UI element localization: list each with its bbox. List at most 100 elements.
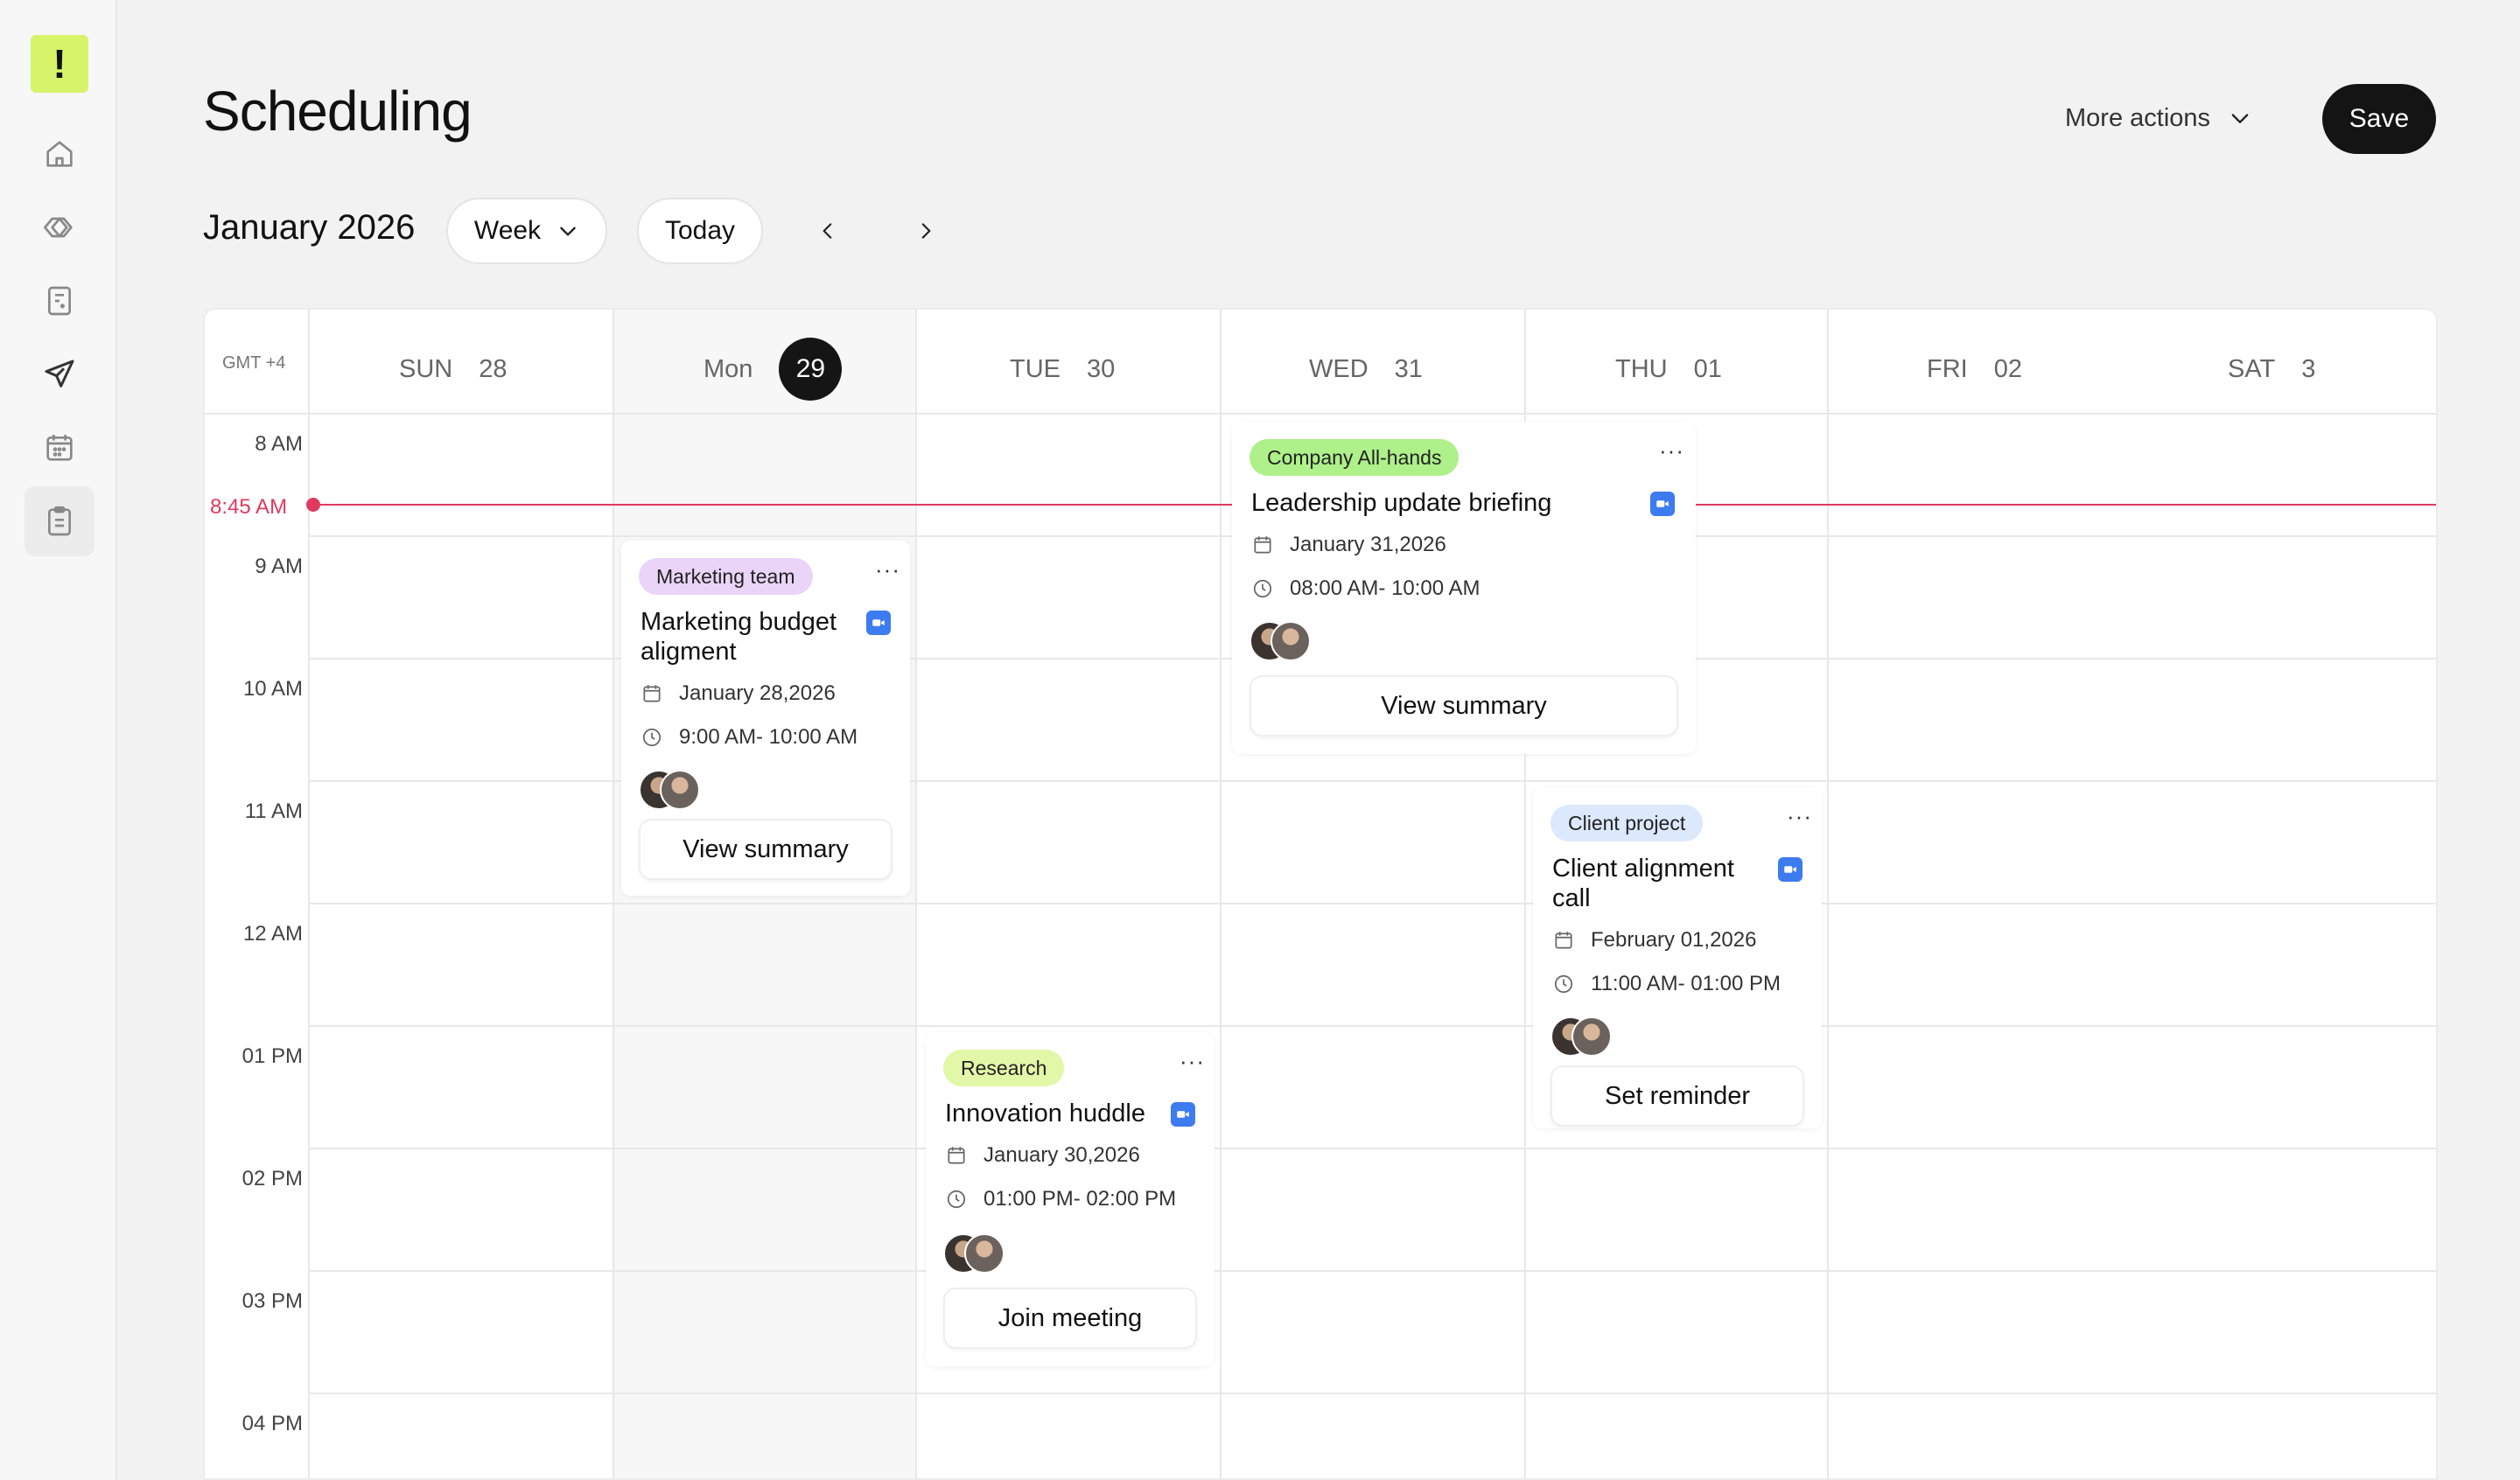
day-name: SAT — [2228, 354, 2276, 383]
join-meeting-button[interactable]: Join meeting — [943, 1288, 1197, 1349]
event-card-leadership-briefing[interactable]: Company All-hands ··· Leadership update … — [1232, 422, 1696, 754]
time-label: 8 AM — [255, 432, 303, 456]
view-select[interactable]: Week — [446, 198, 607, 264]
grid-line — [915, 310, 917, 1478]
calendar-icon — [46, 435, 73, 461]
next-week-button[interactable] — [908, 213, 943, 248]
chevron-down-icon — [560, 227, 576, 236]
more-dots-icon[interactable]: ··· — [875, 556, 900, 583]
grid-line — [308, 1270, 2436, 1272]
today-date-badge: 29 — [779, 338, 843, 401]
app-logo[interactable]: ! — [31, 35, 88, 93]
video-camera-icon[interactable] — [1778, 857, 1802, 882]
sidebar-item-integrations[interactable] — [24, 192, 94, 262]
video-camera-icon[interactable] — [1650, 492, 1675, 516]
day-header-sat[interactable]: SAT 3 — [2228, 348, 2315, 390]
day-name: FRI — [1927, 354, 1968, 383]
day-header-mon[interactable]: Mon 29 — [704, 336, 843, 402]
event-date-text: January 28,2026 — [679, 681, 836, 705]
event-title-line: Marketing budget — [640, 608, 837, 636]
attendee-avatars[interactable] — [943, 1233, 1006, 1275]
sidebar: ! — [0, 0, 117, 1480]
time-label: 04 PM — [242, 1412, 303, 1435]
event-time: 11:00 AM- 01:00 PM — [1552, 971, 1781, 997]
previous-week-button[interactable] — [810, 213, 845, 248]
current-time-dot — [306, 498, 320, 512]
send-icon — [45, 360, 74, 387]
save-button[interactable]: Save — [2322, 84, 2436, 154]
day-header-thu[interactable]: THU 01 — [1615, 348, 1722, 390]
event-date-text: February 01,2026 — [1591, 928, 1757, 952]
more-dots-icon[interactable]: ··· — [1787, 803, 1812, 830]
time-label: 01 PM — [242, 1044, 303, 1068]
day-name: THU — [1615, 354, 1668, 383]
event-tag: Marketing team — [639, 558, 813, 595]
calendar-icon — [1254, 536, 1271, 554]
day-name: Mon — [704, 354, 753, 383]
event-time: 9:00 AM- 10:00 AM — [640, 724, 858, 750]
day-number: 31 — [1394, 354, 1423, 383]
event-card-innovation-huddle[interactable]: Research ··· Innovation huddle January 3… — [926, 1032, 1214, 1366]
event-card-marketing-budget[interactable]: Marketing team ··· Marketing budget alig… — [621, 541, 910, 896]
day-header-sun[interactable]: SUN 28 — [399, 348, 508, 390]
sidebar-item-scheduling[interactable] — [24, 486, 94, 556]
event-time-text: 9:00 AM- 10:00 AM — [679, 725, 858, 749]
event-time-text: 11:00 AM- 01:00 PM — [1591, 972, 1782, 995]
day-name: WED — [1309, 354, 1368, 383]
event-time: 08:00 AM- 10:00 AM — [1251, 576, 1480, 602]
event-title-line: Client alignment — [1552, 855, 1734, 883]
clock-icon — [1253, 579, 1272, 598]
event-tag: Research — [943, 1050, 1065, 1086]
attendee-avatars[interactable] — [1550, 1016, 1614, 1058]
event-date-text: January 30,2026 — [984, 1143, 1140, 1167]
event-title: Client alignment call — [1552, 854, 1734, 913]
grid-line — [308, 310, 310, 1478]
calendar-icon — [1555, 932, 1572, 949]
time-label: 11 AM — [244, 799, 303, 823]
current-time-label: 8:45 AM — [210, 495, 288, 519]
grid-line — [308, 1393, 2436, 1394]
sidebar-item-home[interactable] — [24, 119, 94, 189]
view-summary-button[interactable]: View summary — [1250, 675, 1678, 737]
time-label: 02 PM — [242, 1167, 303, 1190]
more-dots-icon[interactable]: ··· — [1180, 1048, 1205, 1075]
video-camera-icon[interactable] — [1171, 1102, 1195, 1127]
clock-icon — [1554, 974, 1573, 994]
grid-line — [308, 1025, 2436, 1027]
more-actions-button[interactable]: More actions — [2065, 96, 2252, 140]
day-header-wed[interactable]: WED 31 — [1309, 348, 1423, 390]
grid-line — [612, 310, 614, 1478]
sidebar-item-calendar[interactable] — [24, 413, 94, 483]
event-date-text: January 31,2026 — [1290, 533, 1446, 556]
avatar — [1270, 621, 1311, 661]
chevron-down-icon — [2231, 114, 2249, 123]
event-date: January 30,2026 — [945, 1142, 1140, 1169]
clock-icon — [642, 728, 662, 747]
grid-line — [1220, 310, 1222, 1478]
video-camera-icon[interactable] — [866, 611, 891, 635]
avatar — [660, 770, 700, 810]
double-chevron-icon — [44, 217, 73, 238]
day-header-tue[interactable]: TUE 30 — [1010, 348, 1115, 390]
calendar-icon — [643, 685, 661, 702]
event-title-line: Leadership update briefing — [1251, 489, 1552, 517]
event-card-client-alignment[interactable]: Client project ··· Client alignment call… — [1533, 787, 1822, 1128]
set-reminder-button[interactable]: Set reminder — [1550, 1065, 1804, 1127]
time-label: 9 AM — [255, 555, 303, 578]
today-button[interactable]: Today — [637, 198, 763, 264]
sidebar-item-send[interactable] — [24, 339, 94, 409]
event-tag: Company All-hands — [1250, 439, 1460, 476]
event-title-line: aligment — [640, 638, 737, 666]
event-tag: Client project — [1550, 805, 1704, 841]
attendee-avatars[interactable] — [639, 770, 702, 812]
attendee-avatars[interactable] — [1250, 621, 1312, 663]
grid-line — [1827, 310, 1829, 1478]
view-summary-button[interactable]: View summary — [639, 819, 892, 880]
event-date: January 31,2026 — [1251, 532, 1446, 558]
more-dots-icon[interactable]: ··· — [1659, 437, 1684, 464]
calendar-icon — [948, 1147, 965, 1164]
sidebar-item-invoices[interactable] — [24, 266, 94, 336]
event-date: January 28,2026 — [640, 681, 836, 707]
day-header-fri[interactable]: FRI 02 — [1927, 348, 2022, 390]
day-number: 3 — [2301, 354, 2316, 383]
